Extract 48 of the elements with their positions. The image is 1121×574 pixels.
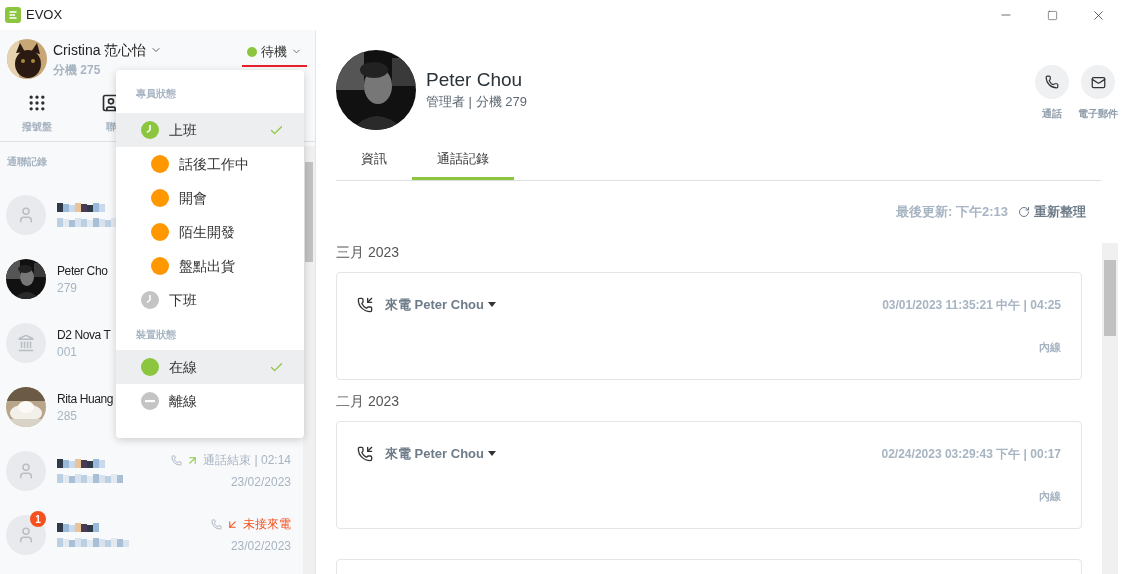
status-label: 上班 bbox=[169, 120, 198, 140]
call-title[interactable]: 來電 Peter Chou bbox=[385, 295, 496, 315]
month-heading: 二月 2023 bbox=[336, 392, 401, 411]
call-status: 未接來電 bbox=[243, 516, 291, 533]
user-name[interactable]: Cristina 范心怡 bbox=[53, 39, 147, 61]
status-label: 下班 bbox=[169, 290, 198, 310]
status-option[interactable]: 陌生開發 bbox=[116, 215, 304, 249]
menu-section-title: 裝置狀態 bbox=[135, 328, 177, 342]
status-label: 開會 bbox=[179, 188, 208, 208]
status-option[interactable]: 在線 bbox=[116, 350, 304, 384]
status-label: 陌生開發 bbox=[179, 222, 236, 242]
month-heading: 三月 2023 bbox=[336, 243, 401, 262]
section-title: 通聯記錄 bbox=[7, 155, 47, 169]
status-label: 盤點出貨 bbox=[179, 256, 236, 276]
status-label: 離線 bbox=[169, 391, 198, 411]
call-time: 02/24/2023 03:29:43 下午 | 00:17 bbox=[881, 445, 1061, 463]
status-option[interactable]: 離線 bbox=[116, 384, 304, 418]
user-extension: 分機 275 bbox=[53, 61, 102, 79]
app-title: EVOX bbox=[26, 6, 63, 25]
contact-role: 管理者 | 分機 279 bbox=[426, 92, 527, 111]
status-label: 在線 bbox=[169, 357, 198, 377]
status-option[interactable]: 上班 bbox=[116, 113, 304, 147]
unread-badge: 1 bbox=[30, 511, 46, 527]
call-time: 03/01/2023 11:35:21 中午 | 04:25 bbox=[882, 296, 1061, 314]
contact-name: Rita Huang bbox=[57, 392, 114, 405]
status-option[interactable]: 開會 bbox=[116, 181, 304, 215]
contact-name: Peter Chou bbox=[426, 68, 524, 92]
status-label: 話後工作中 bbox=[179, 154, 250, 174]
call-line-type: 內線 bbox=[1039, 488, 1061, 504]
status-selector[interactable]: 待機 bbox=[242, 42, 307, 67]
last-updated: 最後更新: 下午2:13 bbox=[896, 203, 1008, 222]
call-title[interactable]: 來電 Peter Chou bbox=[385, 444, 496, 464]
status-option[interactable]: 下班 bbox=[116, 283, 304, 317]
call-line-type: 內線 bbox=[1039, 339, 1061, 355]
tab[interactable]: 資訊 bbox=[336, 140, 412, 180]
call-date: 23/02/2023 bbox=[230, 538, 291, 555]
contact-name: Peter Cho bbox=[57, 264, 108, 277]
menu-section-title: 專員狀態 bbox=[135, 87, 177, 101]
contact-extension: 001 bbox=[57, 345, 79, 358]
contact-name: D2 Nova T bbox=[57, 328, 111, 341]
status-option[interactable]: 盤點出貨 bbox=[116, 249, 304, 283]
call-status: 通話結束 | 02:14 bbox=[203, 452, 291, 469]
call-date: 23/02/2023 bbox=[230, 474, 291, 491]
refresh-button[interactable]: 重新整理 bbox=[1018, 202, 1086, 222]
contact-extension: 279 bbox=[57, 281, 79, 294]
status-option[interactable]: 話後工作中 bbox=[116, 147, 304, 181]
contact-extension: 285 bbox=[57, 409, 79, 422]
tab[interactable]: 通話記錄 bbox=[412, 140, 514, 180]
